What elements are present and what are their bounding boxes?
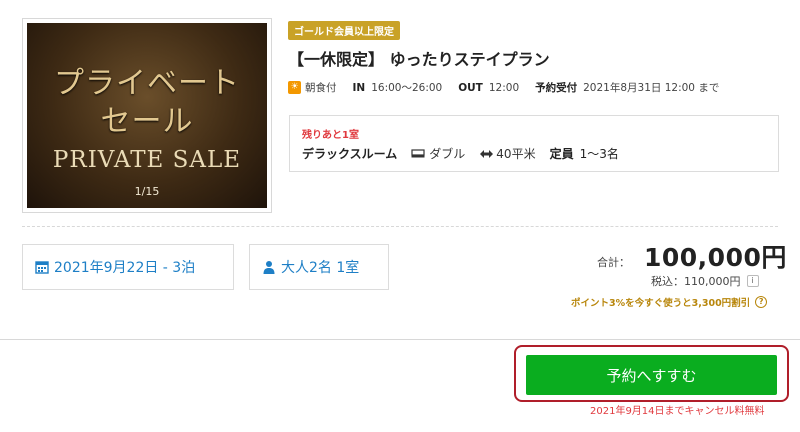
calendar-icon (35, 261, 49, 274)
hero-title-jp: プライベート セール (27, 65, 267, 141)
plan-image-slider[interactable]: プライベート セール PRIVATE SALE 1/15 (22, 18, 272, 213)
rooms-remaining: 残りあと1室 (302, 130, 359, 141)
checkin-time: 16:00〜26:00 (371, 82, 443, 94)
checkout-time: 12:00 (488, 81, 520, 94)
sun-icon: ☀ (288, 81, 301, 94)
checkin-label: IN (352, 81, 366, 94)
hero-title-line1: プライベート (54, 66, 240, 101)
plan-title[interactable]: 【一休限定】 ゆったりステイプラン (288, 46, 550, 70)
reserve-button[interactable]: 予約へすすむ (526, 355, 777, 395)
reservation-deadline: 2021年8月31日 12:00 まで (583, 82, 720, 94)
info-icon[interactable]: i (746, 275, 759, 287)
points-discount: ポイント3%を今すぐ使うと3,300円割引 ? (571, 295, 768, 309)
free-cancellation-note: 2021年9月14日までキャンセル料無料 (590, 406, 765, 417)
hero-title-en: PRIVATE SALE (52, 147, 242, 173)
divider (22, 226, 778, 227)
area-icon (480, 149, 494, 158)
room-info-box[interactable]: 残りあと1室 デラックスルーム ダブル 40平米 定員 1〜3名 (289, 115, 779, 172)
points-text: ポイント3%を今すぐ使うと3,300円割引 (571, 298, 751, 309)
plan-meta: ☀ 朝食付 IN 16:00〜26:00 OUT 12:00 予約受付 2021… (288, 80, 719, 95)
plan-image[interactable]: プライベート セール PRIVATE SALE 1/15 (27, 23, 267, 208)
plan-card: プライベート セール PRIVATE SALE 1/15 ゴールド会員以上限定 … (0, 0, 800, 340)
capacity-label: 定員 (549, 147, 574, 161)
reservation-label: 予約受付 (535, 82, 578, 94)
image-counter: 1/15 (134, 185, 160, 198)
tax-included-price: 税込：110,000円 (651, 275, 741, 288)
meal-info: 朝食付 (305, 82, 337, 94)
guests-value: 大人2名 1室 (281, 260, 360, 276)
total-label: 合計： (597, 256, 630, 269)
guest-selector[interactable]: 大人2名 1室 (249, 244, 389, 290)
capacity: 1〜3名 (579, 147, 619, 161)
person-icon (263, 261, 275, 274)
room-area: 40平米 (496, 147, 536, 161)
room-name: デラックスルーム (302, 147, 398, 161)
total-price: 100,000円 (644, 243, 787, 272)
member-badge: ゴールド会員以上限定 (288, 21, 400, 40)
checkout-label: OUT (458, 81, 483, 94)
help-icon[interactable]: ? (755, 296, 768, 308)
bed-type: ダブル (429, 147, 466, 161)
tax-row: 税込：110,000円 i (651, 273, 759, 289)
date-selector[interactable]: 2021年9月22日 - 3泊 (22, 244, 234, 290)
hero-title-line2: セール (100, 104, 194, 139)
bed-icon (411, 148, 425, 157)
date-value: 2021年9月22日 - 3泊 (54, 260, 196, 276)
